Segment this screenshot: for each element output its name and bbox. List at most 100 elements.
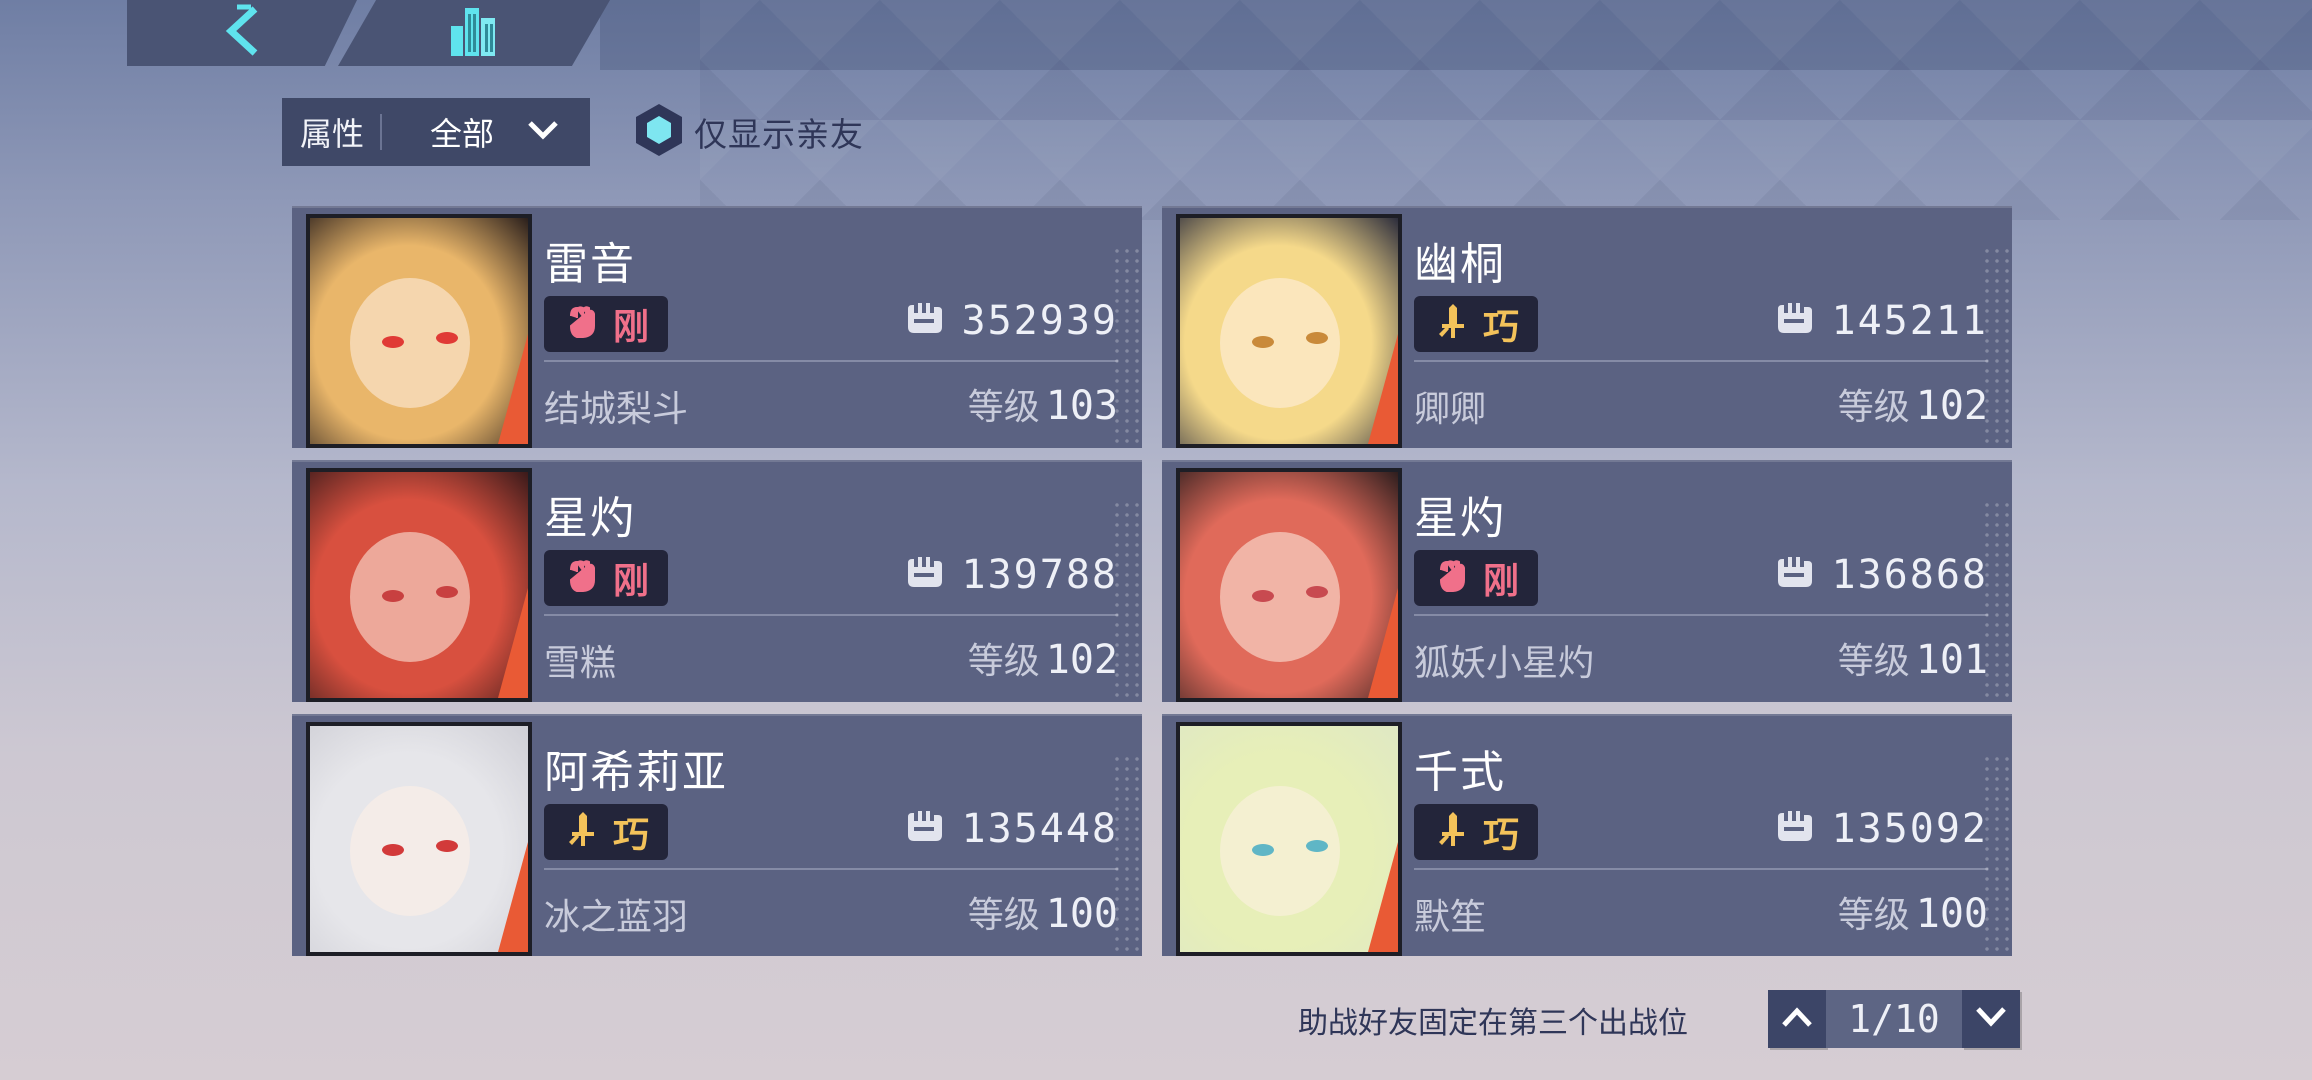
portrait-eye: [1252, 844, 1274, 856]
card-divider: [544, 360, 1118, 362]
card-divider: [544, 868, 1118, 870]
portrait-corner-accent: [498, 842, 528, 952]
close-friends-only-toggle[interactable]: 仅显示亲友: [632, 104, 864, 160]
level-label: 等级: [1837, 387, 1910, 428]
character-name: 幽桐: [1414, 239, 1506, 290]
portrait-eye: [1306, 586, 1328, 598]
card-divider: [1414, 868, 1988, 870]
chevron-up-icon: [1780, 1005, 1814, 1033]
character-portrait: [1176, 214, 1402, 448]
gauntlet-icon: [904, 301, 946, 341]
chevron-down-icon: [526, 119, 560, 145]
friend-card[interactable]: 星灼 刚 136868 狐妖小星灼 等级 101: [1162, 460, 2012, 702]
portrait-eye: [382, 590, 404, 602]
portrait-eye: [1252, 590, 1274, 602]
level-stat: 等级 100: [968, 886, 1118, 938]
character-name: 星灼: [544, 493, 636, 544]
filter-value: 全部: [429, 115, 494, 153]
card-divider: [544, 614, 1118, 616]
attribute-badge: 巧: [1414, 296, 1538, 352]
power-value: 145211: [1831, 298, 1988, 344]
portrait-eye: [1306, 840, 1328, 852]
attribute-text: 刚: [612, 307, 649, 348]
portrait-eye: [1306, 332, 1328, 344]
card-divider: [1414, 360, 1988, 362]
portrait-eye: [436, 840, 458, 852]
attribute-text: 刚: [1482, 561, 1519, 602]
power-value: 136868: [1831, 552, 1988, 598]
friend-card[interactable]: 千式 巧 135092 默笙 等级 100: [1162, 714, 2012, 956]
home-button[interactable]: [338, 0, 610, 66]
character-portrait: [1176, 722, 1402, 956]
attribute-badge: 刚: [544, 550, 668, 606]
level-value: 100: [1045, 891, 1118, 937]
portrait-corner-accent: [1368, 588, 1398, 698]
power-stat: 139788: [904, 552, 1119, 598]
card-divider: [1414, 614, 1988, 616]
power-stat: 145211: [1774, 298, 1989, 344]
filter-divider: [380, 114, 382, 150]
level-value: 102: [1045, 637, 1118, 683]
fist-icon: [563, 556, 603, 600]
power-stat: 135092: [1774, 806, 1989, 852]
support-hint: 助战好友固定在第三个出战位: [1298, 1006, 1688, 1041]
attribute-text: 刚: [612, 561, 649, 602]
gauntlet-icon: [904, 555, 946, 595]
filter-label: 属性: [300, 115, 365, 153]
level-stat: 等级 103: [968, 378, 1118, 430]
attribute-filter-dropdown[interactable]: 属性 全部: [282, 98, 590, 166]
toggle-label: 仅显示亲友: [694, 115, 864, 154]
friend-card[interactable]: 幽桐 巧 145211 卿卿 等级 102: [1162, 206, 2012, 448]
portrait-eye: [382, 336, 404, 348]
gauntlet-icon: [1774, 301, 1816, 341]
friend-card[interactable]: 雷音 刚 352939 结城梨斗 等级 103: [292, 206, 1142, 448]
character-name: 雷音: [544, 239, 636, 290]
character-name: 阿希莉亚: [544, 747, 728, 798]
attribute-badge: 巧: [544, 804, 668, 860]
hexagon-checkbox-icon: [632, 102, 686, 162]
gauntlet-icon: [904, 809, 946, 849]
pager: 1/10: [1768, 990, 2020, 1048]
portrait-eye: [382, 844, 404, 856]
attribute-text: 巧: [1482, 307, 1519, 348]
portrait-corner-accent: [1368, 842, 1398, 952]
power-value: 139788: [961, 552, 1118, 598]
level-stat: 等级 102: [1838, 378, 1988, 430]
power-value: 135448: [961, 806, 1118, 852]
character-portrait: [306, 468, 532, 702]
fist-icon: [1433, 556, 1473, 600]
attribute-text: 巧: [1482, 815, 1519, 856]
character-portrait: [306, 214, 532, 448]
level-label: 等级: [967, 895, 1040, 936]
portrait-eye: [436, 332, 458, 344]
page-up-button[interactable]: [1768, 990, 1826, 1048]
friend-card[interactable]: 星灼 刚 139788 雪糕 等级 102: [292, 460, 1142, 702]
level-stat: 等级 102: [968, 632, 1118, 684]
power-stat: 135448: [904, 806, 1119, 852]
friend-card[interactable]: 阿希莉亚 巧 135448 冰之蓝羽 等级 100: [292, 714, 1142, 956]
dagger-icon: [1433, 810, 1473, 854]
level-value: 103: [1045, 383, 1118, 429]
dagger-icon: [1433, 302, 1473, 346]
dagger-icon: [563, 810, 603, 854]
level-stat: 等级 101: [1838, 632, 1988, 684]
attribute-text: 巧: [612, 815, 649, 856]
back-button[interactable]: [127, 0, 357, 66]
page-down-button[interactable]: [1962, 990, 2020, 1048]
power-stat: 136868: [1774, 552, 1989, 598]
owner-name: 默笙: [1414, 897, 1487, 938]
owner-name: 结城梨斗: [544, 389, 689, 430]
owner-name: 卿卿: [1414, 389, 1487, 430]
gauntlet-icon: [1774, 809, 1816, 849]
level-label: 等级: [1837, 895, 1910, 936]
fist-icon: [563, 302, 603, 346]
background-pattern: [700, 0, 2312, 220]
attribute-badge: 刚: [544, 296, 668, 352]
owner-name: 雪糕: [544, 643, 617, 684]
owner-name: 冰之蓝羽: [544, 897, 689, 938]
chevron-down-icon: [1974, 1005, 2008, 1033]
attribute-badge: 巧: [1414, 804, 1538, 860]
power-value: 135092: [1831, 806, 1988, 852]
character-name: 星灼: [1414, 493, 1506, 544]
portrait-eye: [436, 586, 458, 598]
